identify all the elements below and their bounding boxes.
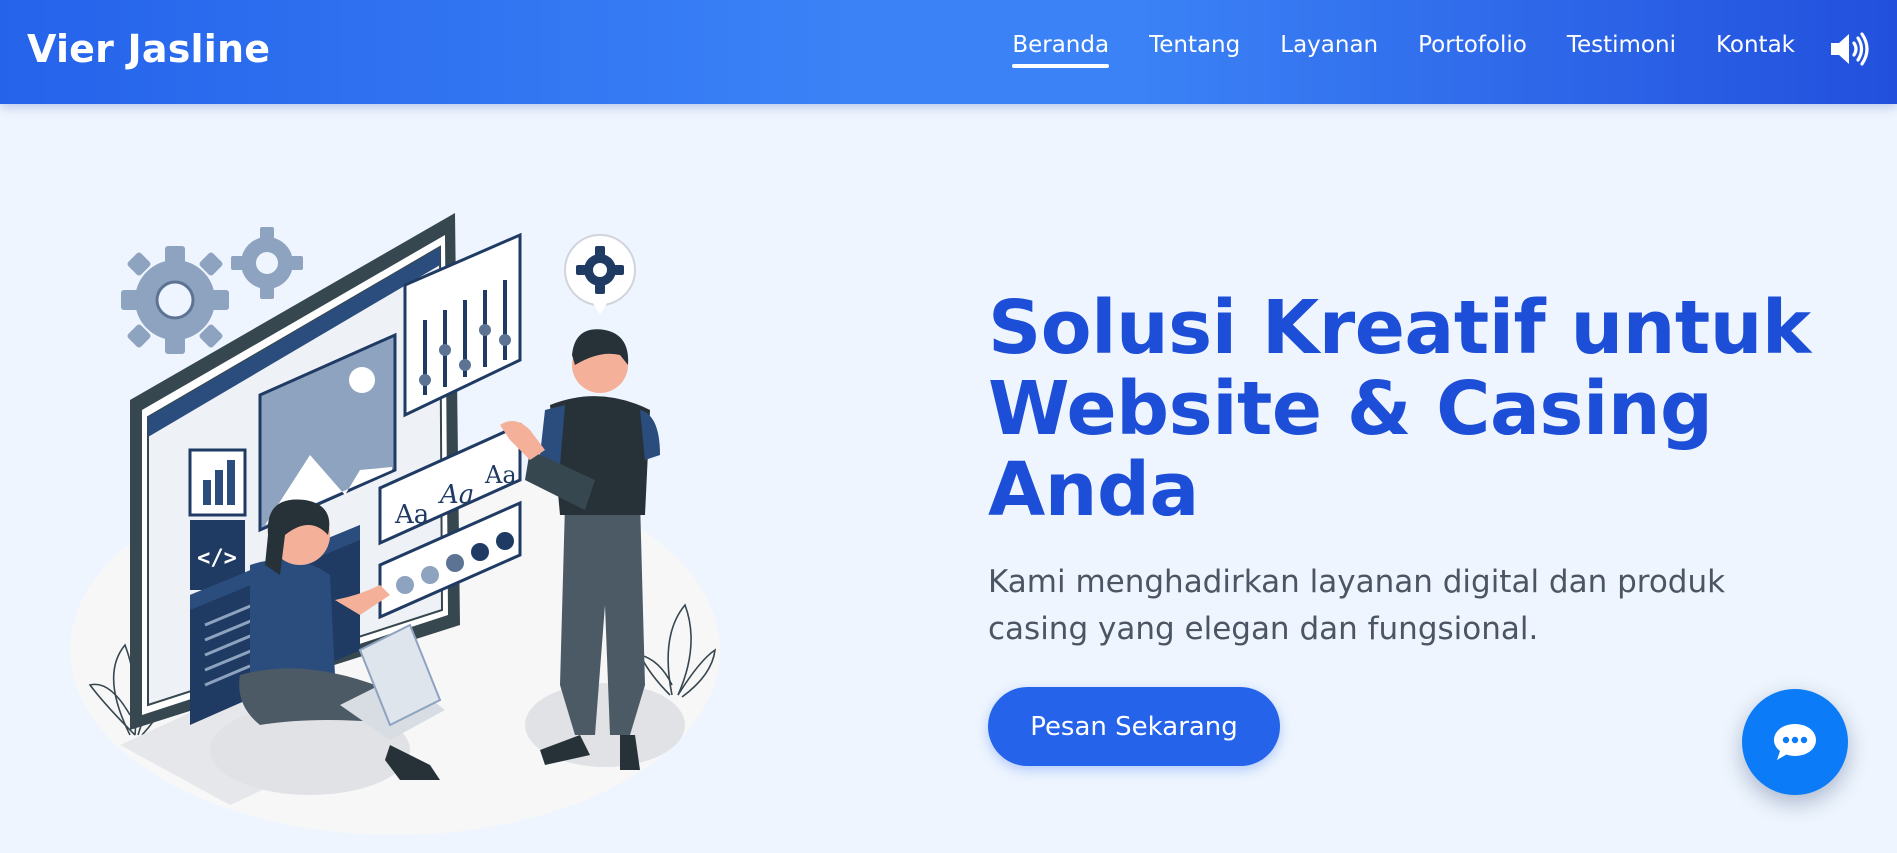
order-now-button[interactable]: Pesan Sekarang xyxy=(988,687,1280,766)
nav-links: Beranda Tentang Layanan Portofolio Testi… xyxy=(1012,32,1795,68)
gear-icon xyxy=(231,227,303,299)
nav-item-kontak[interactable]: Kontak xyxy=(1716,32,1795,58)
font-sample-3: Aa xyxy=(484,461,517,489)
gear-icon xyxy=(121,246,229,354)
font-sample-2: Aa xyxy=(438,480,474,510)
chat-button[interactable] xyxy=(1742,689,1848,795)
nav-item-layanan[interactable]: Layanan xyxy=(1280,32,1378,58)
chat-icon xyxy=(1774,724,1816,760)
nav-item-beranda[interactable]: Beranda xyxy=(1012,32,1109,68)
hero-title: Solusi Kreatif untuk Website & Casing An… xyxy=(988,285,1811,533)
svg-text:</>: </> xyxy=(197,546,237,571)
sound-toggle-button[interactable] xyxy=(1829,32,1871,66)
volume-icon xyxy=(1831,32,1869,66)
nav-item-tentang[interactable]: Tentang xyxy=(1149,32,1240,58)
hero-illustration: </> Aa Aa Aa xyxy=(60,205,740,840)
navbar: Vier Jasline Beranda Tentang Layanan Por… xyxy=(0,0,1897,104)
brand-logo[interactable]: Vier Jasline xyxy=(27,27,270,71)
nav-item-testimoni[interactable]: Testimoni xyxy=(1567,32,1676,58)
nav-item-portofolio[interactable]: Portofolio xyxy=(1418,32,1527,58)
font-sample-1: Aa xyxy=(394,500,429,530)
hero-section: Solusi Kreatif untuk Website & Casing An… xyxy=(988,288,1848,653)
hero-subtitle: Kami menghadirkan layanan digital dan pr… xyxy=(988,564,1726,647)
bar-chart-icon xyxy=(188,448,247,517)
settings-bubble xyxy=(564,234,636,315)
